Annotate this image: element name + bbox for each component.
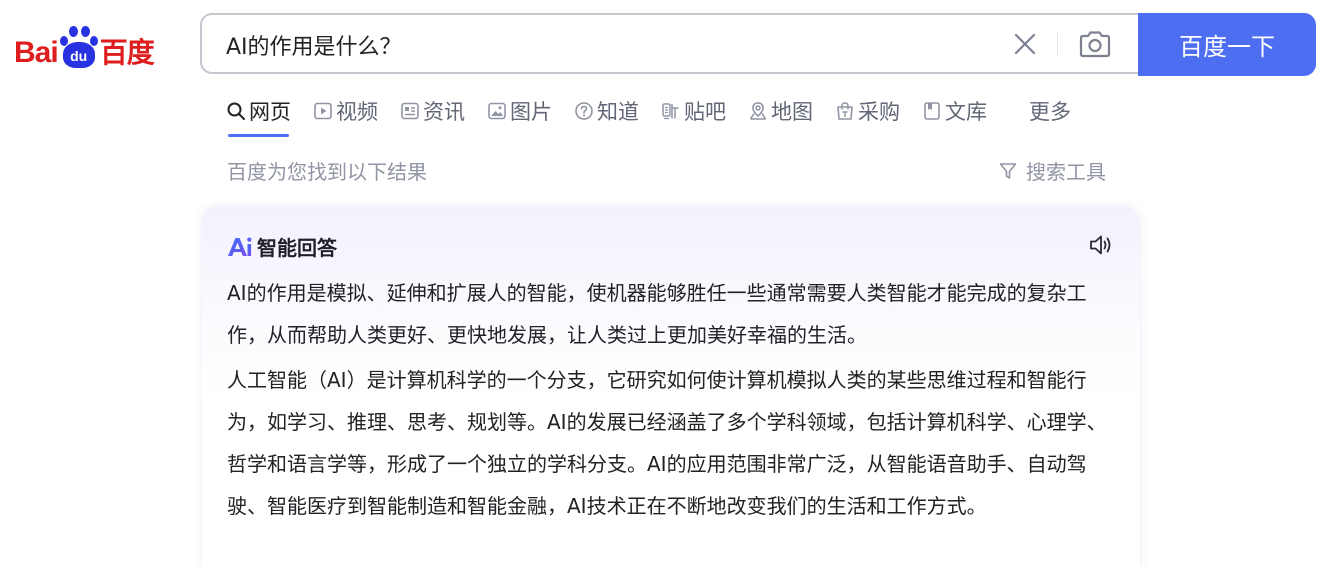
camera-icon[interactable]: [1078, 29, 1112, 59]
tab-images[interactable]: 图片: [487, 94, 552, 128]
tab-video[interactable]: 视频: [313, 94, 378, 128]
map-pin-icon: [749, 102, 767, 120]
ai-logo-icon: [228, 237, 252, 256]
tab-tieba[interactable]: 贴吧: [661, 94, 726, 128]
tab-wenku[interactable]: 文库: [922, 94, 987, 128]
search-button[interactable]: 百度一下: [1138, 13, 1316, 76]
tab-label: 采购: [858, 100, 900, 124]
ai-answer-card: 智能回答 AI的作用是模拟、延伸和扩展人的智能，使机器能够胜任一些通常需要人类智…: [202, 206, 1140, 566]
tab-label: 网页: [249, 100, 291, 124]
logo-text-latin: Bai: [14, 36, 59, 69]
close-icon[interactable]: [1012, 31, 1038, 57]
video-icon: [314, 102, 332, 120]
shopping-icon: [837, 102, 853, 120]
question-icon: [575, 102, 593, 120]
search-box: [200, 13, 1140, 74]
search-divider: [1057, 33, 1058, 55]
image-icon: [488, 102, 506, 120]
tab-news[interactable]: 资讯: [400, 94, 465, 128]
tab-web[interactable]: 网页: [226, 94, 291, 137]
logo-text-paw: du: [62, 42, 95, 68]
ai-answer-header: 智能回答: [227, 232, 337, 261]
tab-label: 知道: [597, 100, 639, 124]
tab-shopping[interactable]: 采购: [835, 94, 900, 128]
result-count: 百度为您找到以下结果: [227, 160, 427, 184]
tab-map[interactable]: 地图: [748, 94, 813, 128]
tab-label: 视频: [336, 100, 378, 124]
ai-answer-paragraph: AI的作用是模拟、延伸和扩展人的智能，使机器能够胜任一些通常需要人类智能才能完成…: [227, 281, 1087, 347]
document-icon: [924, 102, 940, 120]
ai-answer-title: 智能回答: [257, 236, 337, 260]
tab-label: 贴吧: [684, 100, 726, 124]
ai-answer-paragraph: 人工智能（AI）是计算机科学的一个分支，它研究如何使计算机模拟人类的某些思维过程…: [227, 368, 1107, 518]
tab-label: 文库: [945, 100, 987, 124]
news-icon: [401, 102, 419, 120]
search-tabs: 网页 视频 资讯 图片 知道 贴吧 地图 采购 文库 更多: [226, 94, 1071, 138]
search-tools-button[interactable]: 搜索工具: [998, 156, 1106, 185]
baidu-search-page: Bai du 百度 百度一下 网页: [0, 0, 1326, 566]
tab-label: 图片: [510, 100, 552, 124]
search-icon: [227, 102, 245, 120]
tab-label: 更多: [1029, 100, 1071, 124]
speaker-icon[interactable]: [1088, 232, 1114, 258]
search-input[interactable]: [224, 25, 988, 65]
search-tools-label: 搜索工具: [1026, 160, 1106, 184]
logo-text-zh: 百度: [99, 37, 155, 68]
tab-zhidao[interactable]: 知道: [574, 94, 639, 128]
baidu-logo[interactable]: Bai du 百度: [14, 18, 180, 70]
tab-label: 地图: [771, 100, 813, 124]
tab-label: 资讯: [423, 100, 465, 124]
filter-icon: [999, 162, 1017, 179]
paw-icon: du: [59, 24, 99, 70]
tieba-icon: [662, 103, 679, 120]
tab-more[interactable]: 更多: [1029, 94, 1071, 128]
